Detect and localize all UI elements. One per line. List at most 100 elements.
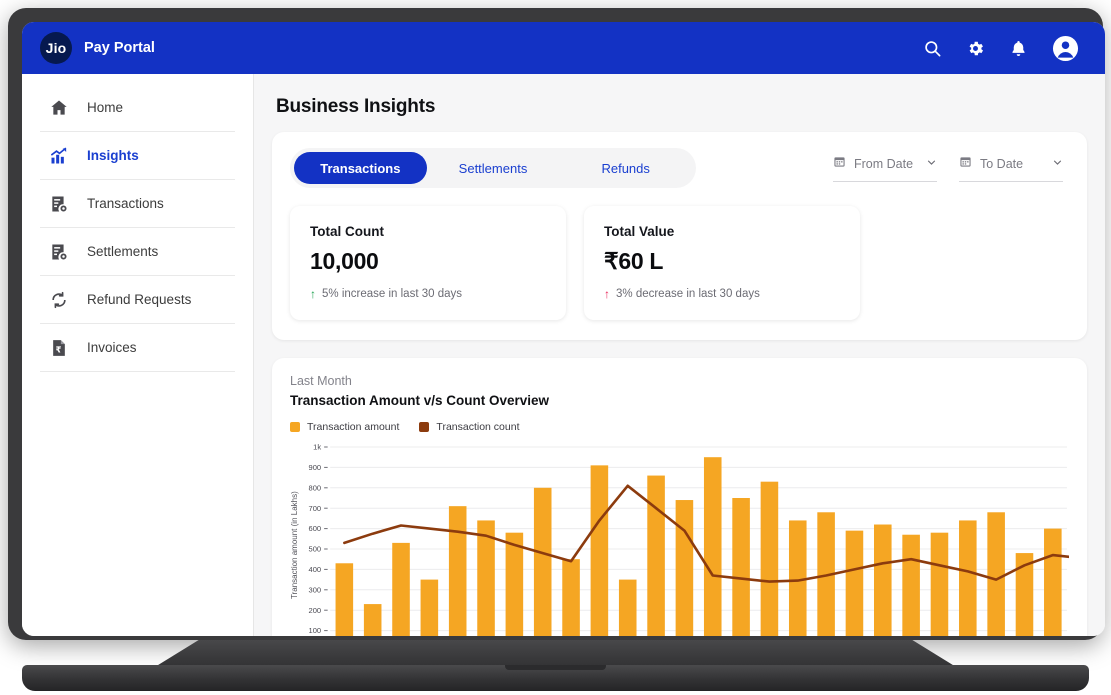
chevron-down-icon[interactable]	[1052, 155, 1063, 173]
arrow-up-icon: ↑	[604, 287, 610, 301]
filters-row: Transactions Settlements Refunds From Da…	[290, 148, 1069, 188]
chart-bar	[845, 530, 864, 636]
chart-svg: 100 200 300 400 500 600 700 800 900 1k	[309, 443, 1069, 636]
brand: Jio Pay Portal	[40, 32, 155, 64]
laptop-lid: Jio Pay Portal Home Insights Transaction…	[8, 8, 1105, 640]
transactions-icon	[48, 193, 69, 214]
sidebar-item-settlements[interactable]: Settlements	[40, 228, 235, 276]
chart-card: Last Month Transaction Amount v/s Count …	[272, 358, 1087, 636]
app-header-actions	[923, 35, 1079, 62]
app-header: Jio Pay Portal	[22, 22, 1105, 74]
brand-name: Pay Portal	[84, 40, 155, 56]
chart-bar	[732, 498, 750, 636]
home-icon	[48, 97, 69, 118]
chart-bar	[363, 604, 382, 636]
legend-item-transaction-count: Transaction count	[419, 421, 520, 433]
laptop-notch	[505, 665, 606, 670]
main-panel: Business Insights Transactions Settlemen…	[254, 74, 1105, 636]
chart-canvas: 100 200 300 400 500 600 700 800 900 1k	[304, 441, 1069, 636]
invoice-rupee-icon: ₹	[48, 337, 69, 358]
chart-bar	[647, 475, 665, 636]
y-tick-label: 200	[309, 606, 322, 615]
chart-plot-area: Transaction amount (in Lakhs) 100 200 300 4…	[290, 441, 1069, 636]
chart-bar	[902, 534, 920, 636]
screenshot-stage: Jio Pay Portal Home Insights Transaction…	[0, 0, 1111, 695]
user-avatar-icon[interactable]	[1052, 35, 1079, 62]
stat-delta-text: 5% increase in last 30 days	[322, 288, 462, 300]
stat-card-total-count: Total Count 10,000 ↑ 5% increase in last…	[290, 206, 566, 320]
chart-bar	[760, 481, 779, 636]
chart-legend: Transaction amount Transaction count	[290, 421, 1069, 433]
sidebar: Home Insights Transactions Settlements R…	[22, 74, 254, 636]
stat-delta: ↑ 5% increase in last 30 days	[310, 288, 546, 300]
chart-bar	[590, 465, 609, 636]
stat-label: Total Count	[310, 224, 384, 239]
chart-bar	[930, 532, 949, 636]
tab-settlements[interactable]: Settlements	[427, 152, 560, 184]
chart-bar	[703, 457, 722, 636]
y-tick-label: 800	[309, 483, 322, 492]
sidebar-item-label: Refund Requests	[87, 292, 192, 307]
chart-bar	[420, 579, 439, 636]
chart-bar	[562, 559, 580, 636]
tab-bar: Transactions Settlements Refunds	[290, 148, 696, 188]
refresh-icon	[48, 289, 69, 310]
gear-icon[interactable]	[966, 39, 985, 58]
from-date-picker[interactable]: From Date	[833, 155, 937, 182]
stat-value: ₹60 L	[604, 248, 664, 274]
y-tick-label: 700	[309, 504, 322, 513]
tab-refunds[interactable]: Refunds	[559, 152, 692, 184]
y-tick-label: 300	[309, 585, 322, 594]
content-area: Home Insights Transactions Settlements R…	[22, 74, 1105, 636]
y-tick-label: 600	[309, 524, 322, 533]
chart-bar	[505, 532, 524, 636]
chart-bar	[675, 500, 694, 636]
chart-bar	[618, 579, 637, 636]
sidebar-item-transactions[interactable]: Transactions	[40, 180, 235, 228]
stat-card-total-value: Total Value ₹60 L ↑ 3% decrease in last …	[584, 206, 860, 320]
bell-icon[interactable]	[1009, 39, 1028, 58]
legend-item-transaction-amount: Transaction amount	[290, 421, 399, 433]
legend-label: Transaction count	[436, 421, 520, 433]
to-date-picker[interactable]: To Date	[959, 155, 1063, 182]
y-tick-label: 900	[309, 463, 322, 472]
y-tick-label: 500	[309, 545, 322, 554]
sidebar-item-label: Home	[87, 100, 124, 115]
jio-logo-icon: Jio	[40, 32, 72, 64]
filters-and-stats-card: Transactions Settlements Refunds From Da…	[272, 132, 1087, 340]
laptop-screen: Jio Pay Portal Home Insights Transaction…	[22, 22, 1105, 636]
y-axis-title: Transaction amount (in Lakhs)	[290, 491, 299, 599]
sidebar-item-refund-requests[interactable]: Refund Requests	[40, 276, 235, 324]
y-tick-label: 400	[309, 565, 322, 574]
sidebar-item-label: Settlements	[87, 244, 159, 259]
sidebar-item-label: Invoices	[87, 340, 137, 355]
chart-bar	[392, 542, 410, 636]
legend-swatch	[419, 422, 430, 432]
chevron-down-icon[interactable]	[926, 155, 937, 173]
sidebar-item-home[interactable]: Home	[40, 84, 235, 132]
date-filters: From Date To Date	[833, 155, 1069, 182]
sidebar-item-label: Insights	[87, 148, 139, 163]
calendar-icon	[959, 155, 972, 173]
tab-transactions[interactable]: Transactions	[294, 152, 427, 184]
to-date-label: To Date	[980, 156, 1024, 171]
sidebar-item-invoices[interactable]: ₹ Invoices	[40, 324, 235, 372]
settlements-icon	[48, 241, 69, 262]
chart-subtitle: Last Month	[290, 374, 352, 388]
y-tick-label: 100	[309, 626, 322, 635]
search-icon[interactable]	[923, 39, 942, 58]
stat-cards: Total Count 10,000 ↑ 5% increase in last…	[290, 206, 1069, 320]
stat-delta-text: 3% decrease in last 30 days	[616, 288, 760, 300]
legend-label: Transaction amount	[307, 421, 400, 433]
sidebar-item-label: Transactions	[87, 196, 164, 211]
chart-bar	[1044, 528, 1062, 636]
y-tick-label: 1k	[313, 443, 321, 452]
sidebar-item-insights[interactable]: Insights	[40, 132, 235, 180]
chart-bar	[335, 563, 354, 636]
stat-delta: ↑ 3% decrease in last 30 days	[604, 288, 840, 300]
chart-bar	[987, 512, 1005, 636]
chart-bar	[533, 487, 552, 636]
chart-bar	[448, 506, 467, 636]
chart-bar	[959, 520, 977, 636]
legend-swatch	[290, 422, 300, 432]
